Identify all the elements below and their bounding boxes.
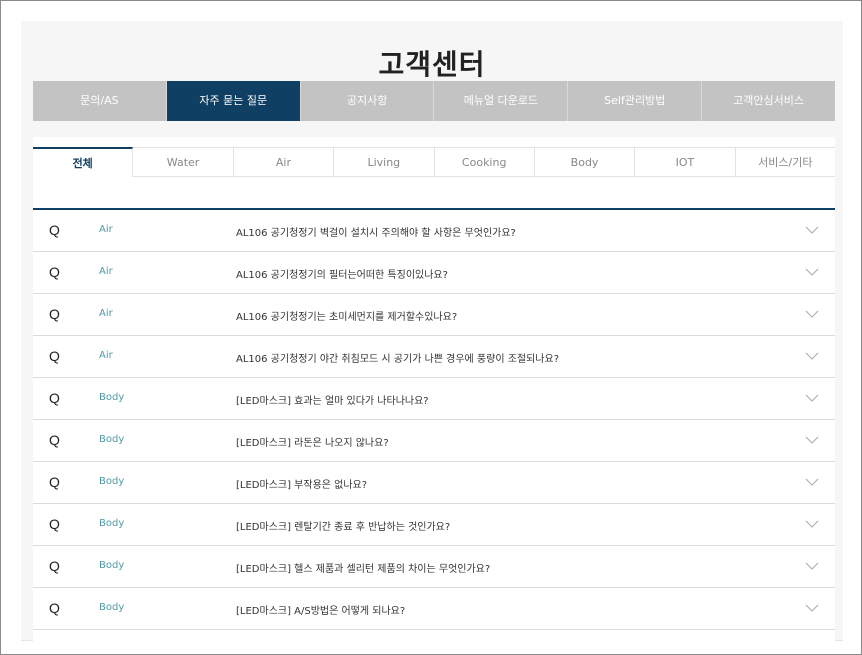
category-tab-all[interactable]: 전체 [33, 147, 134, 177]
faq-category: Body [99, 434, 125, 445]
faq-item[interactable]: Q Body [LED마스크] 라돈은 나오지 않나요? [33, 420, 835, 462]
page-title: 고객센터 [378, 48, 486, 81]
tab-customer-safety-service[interactable]: 고객안심서비스 [702, 81, 835, 121]
faq-item[interactable]: Q Body [LED마스크] 렌탈기간 종료 후 반납하는 것인가요? [33, 504, 835, 546]
faq-item[interactable]: Q Body [LED마스크] A/S방법은 어떻게 되나요? [33, 588, 835, 630]
tab-notice[interactable]: 공지사항 [300, 81, 435, 121]
tab-faq[interactable]: 자주 묻는 질문 [166, 81, 301, 121]
chevron-down-icon[interactable] [805, 519, 819, 529]
category-tab-living[interactable]: Living [334, 148, 435, 177]
faq-category: Body [99, 476, 125, 487]
faq-category: Body [99, 392, 125, 403]
faq-question: [LED마스크] A/S방법은 어떻게 되나요? [236, 606, 406, 617]
question-mark-label: Q [49, 222, 60, 238]
category-tab-body[interactable]: Body [535, 148, 636, 177]
faq-category: Air [99, 308, 113, 319]
tab-inquiry-as[interactable]: 문의/AS [33, 81, 167, 121]
question-mark-label: Q [49, 558, 60, 574]
question-mark-label: Q [49, 432, 60, 448]
chevron-down-icon[interactable] [805, 561, 819, 571]
question-mark-label: Q [49, 474, 60, 490]
faq-item[interactable]: Q Air AL106 공기청정기 벽걸이 설치시 주의해야 할 사항은 무엇인… [33, 210, 835, 252]
faq-question: [LED마스크] 효과는 얼마 있다가 나타나나요? [236, 396, 429, 407]
faq-category: Body [99, 560, 125, 571]
faq-category: Body [99, 518, 125, 529]
chevron-down-icon[interactable] [805, 225, 819, 235]
category-tab-cooking[interactable]: Cooking [435, 148, 535, 177]
chevron-down-icon[interactable] [805, 309, 819, 319]
faq-category: Air [99, 224, 113, 235]
category-tab-iot[interactable]: IOT [635, 148, 736, 177]
tab-manual-download[interactable]: 메뉴얼 다운로드 [434, 81, 569, 121]
question-mark-label: Q [49, 348, 60, 364]
question-mark-label: Q [49, 516, 60, 532]
page-frame: 고객센터 문의/AS 자주 묻는 질문 공지사항 메뉴얼 다운로드 Self관리… [0, 0, 862, 655]
faq-category: Body [99, 602, 125, 613]
category-tab-water[interactable]: Water [133, 148, 234, 177]
chevron-down-icon[interactable] [805, 393, 819, 403]
faq-category: Air [99, 266, 113, 277]
faq-question: AL106 공기청정기 벽걸이 설치시 주의해야 할 사항은 무엇인가요? [236, 228, 516, 239]
faq-item[interactable]: Q Air AL106 공기청정기 야간 취침모드 시 공기가 나쁜 경우에 풍… [33, 336, 835, 378]
customer-center-section: 고객센터 문의/AS 자주 묻는 질문 공지사항 메뉴얼 다운로드 Self관리… [21, 21, 843, 641]
faq-item[interactable]: Q Air AL106 공기청정기의 필터는어떠한 특징이있나요? [33, 252, 835, 294]
tab-self-care[interactable]: Self관리방법 [568, 81, 703, 121]
chevron-down-icon[interactable] [805, 477, 819, 487]
faq-question: AL106 공기청정기의 필터는어떠한 특징이있나요? [236, 270, 448, 281]
faq-panel: 전체 Water Air Living Cooking Body IOT 서비스… [33, 137, 835, 641]
question-mark-label: Q [49, 390, 60, 406]
faq-question: [LED마스크] 부작용은 없나요? [236, 480, 368, 491]
category-tab-bar: 전체 Water Air Living Cooking Body IOT 서비스… [33, 147, 835, 177]
main-tab-bar: 문의/AS 자주 묻는 질문 공지사항 메뉴얼 다운로드 Self관리방법 고객… [33, 81, 835, 121]
faq-question: [LED마스크] 렌탈기간 종료 후 반납하는 것인가요? [236, 522, 451, 533]
faq-question: AL106 공기청정기 야간 취침모드 시 공기가 나쁜 경우에 풍량이 조절되… [236, 354, 560, 365]
faq-question: AL106 공기청정기는 초미세먼지를 제거할수있나요? [236, 312, 458, 323]
faq-question: [LED마스크] 라돈은 나오지 않나요? [236, 438, 389, 449]
faq-item[interactable]: Q Body [LED마스크] 효과는 얼마 있다가 나타나나요? [33, 378, 835, 420]
question-mark-label: Q [49, 306, 60, 322]
chevron-down-icon[interactable] [805, 435, 819, 445]
chevron-down-icon[interactable] [805, 351, 819, 361]
faq-question: [LED마스크] 헬스 제품과 셀리턴 제품의 차이는 무엇인가요? [236, 564, 491, 575]
faq-item[interactable]: Q Body [LED마스크] 부작용은 없나요? [33, 462, 835, 504]
chevron-down-icon[interactable] [805, 267, 819, 277]
category-tab-service-etc[interactable]: 서비스/기타 [736, 148, 835, 177]
category-tab-air[interactable]: Air [234, 148, 335, 177]
faq-item[interactable]: Q Body [LED마스크] 헬스 제품과 셀리턴 제품의 차이는 무엇인가요… [33, 546, 835, 588]
chevron-down-icon[interactable] [805, 603, 819, 613]
faq-category: Air [99, 350, 113, 361]
question-mark-label: Q [49, 600, 60, 616]
question-mark-label: Q [49, 264, 60, 280]
faq-list: Q Air AL106 공기청정기 벽걸이 설치시 주의해야 할 사항은 무엇인… [33, 208, 835, 630]
faq-item[interactable]: Q Air AL106 공기청정기는 초미세먼지를 제거할수있나요? [33, 294, 835, 336]
